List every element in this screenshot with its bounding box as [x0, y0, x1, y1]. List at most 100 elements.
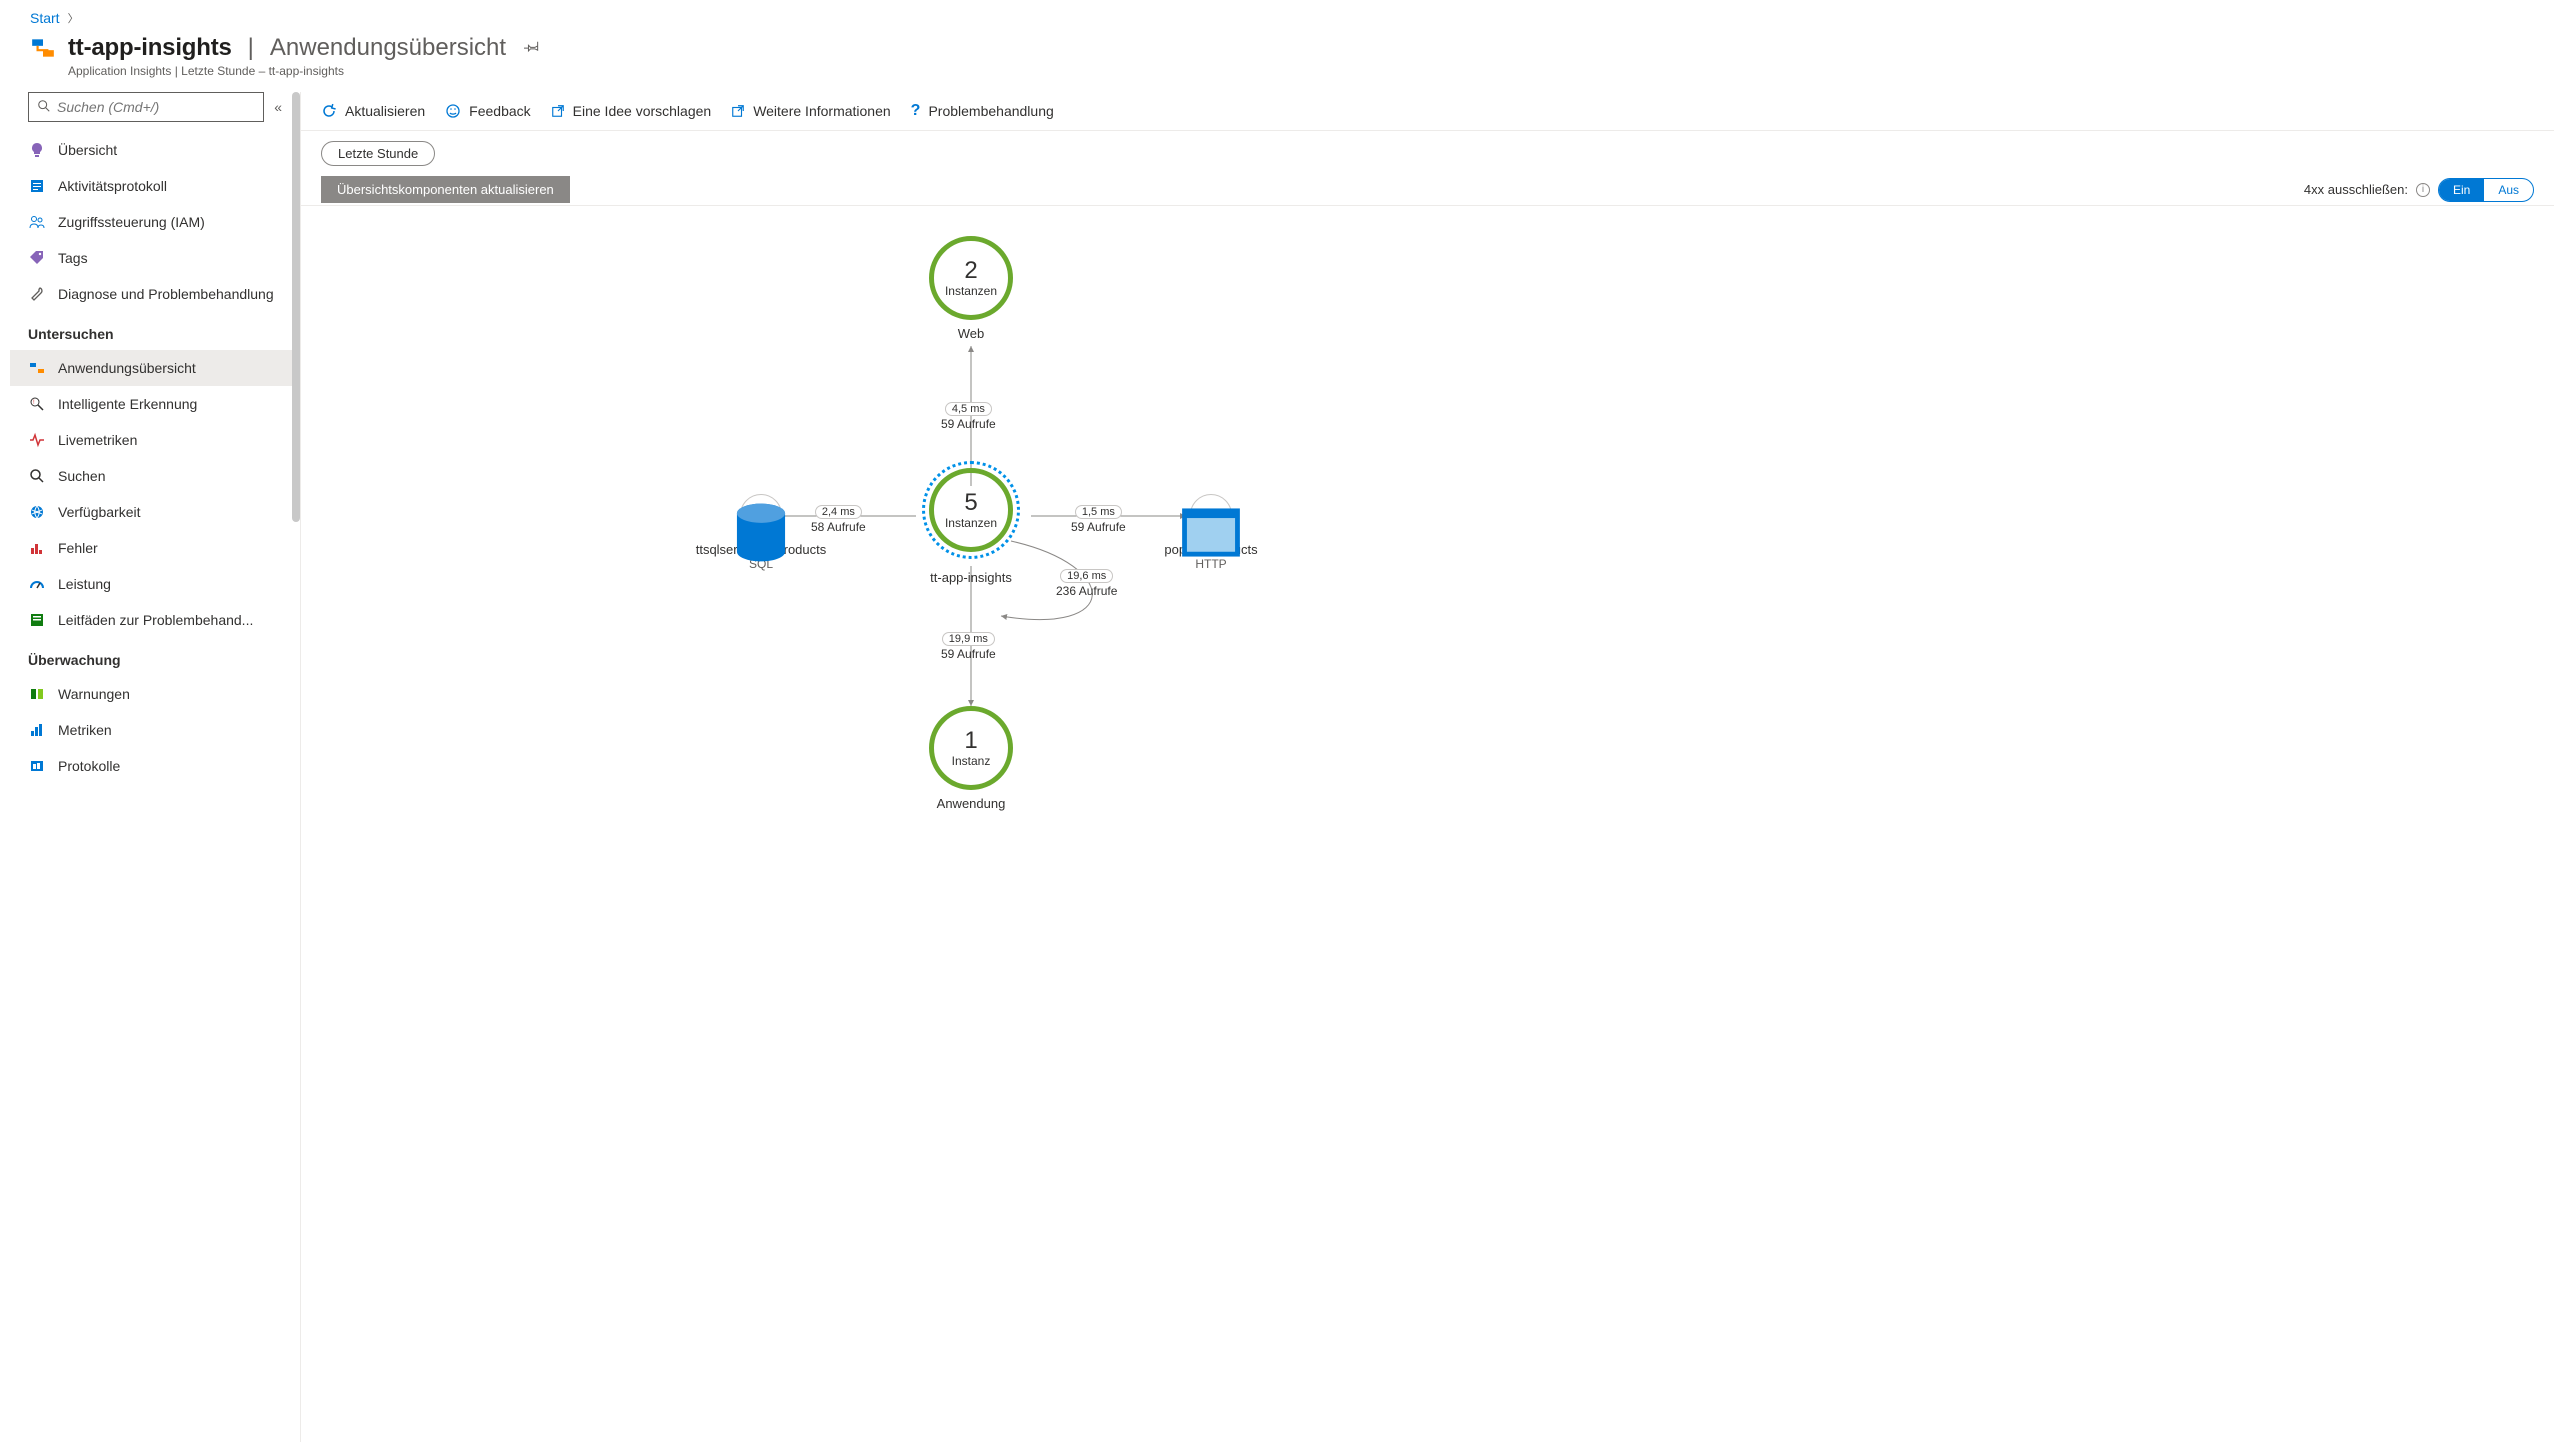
pin-icon[interactable] [524, 38, 540, 59]
sidebar-item-smartdetect[interactable]: ! Intelligente Erkennung [10, 386, 300, 422]
filter-bar: Letzte Stunde [301, 131, 2554, 174]
gauge-icon [28, 575, 46, 593]
suggest-button[interactable]: Eine Idee vorschlagen [551, 103, 712, 119]
sidebar-item-label: Intelligente Erkennung [58, 396, 197, 412]
edge-label-web: 4,5 ms 59 Aufrufe [941, 401, 996, 431]
smile-icon [445, 103, 461, 119]
help-icon: ? [911, 102, 921, 120]
sidebar-item-metrics[interactable]: Metriken [10, 712, 300, 748]
appmap-icon [28, 359, 46, 377]
node-web[interactable]: 2 Instanzen Web [929, 236, 1013, 341]
sidebar-item-label: Verfügbarkeit [58, 504, 141, 520]
toolbar: Aktualisieren Feedback Eine Idee vorschl… [301, 92, 2554, 131]
people-icon [28, 213, 46, 231]
sidebar-item-label: Suchen [58, 468, 105, 484]
sidebar-item-label: Anwendungsübersicht [58, 360, 196, 376]
sidebar-item-label: Protokolle [58, 758, 120, 774]
resource-name: tt-app-insights [68, 34, 232, 62]
feedback-button[interactable]: Feedback [445, 103, 530, 119]
moreinfo-button[interactable]: Weitere Informationen [731, 103, 890, 119]
external-link-icon [731, 104, 745, 118]
application-map-canvas[interactable]: 2 Instanzen Web 5 Instanzen tt-app-insig… [301, 206, 2554, 1442]
toggle-off[interactable]: Aus [2484, 179, 2533, 201]
sidebar-item-logs[interactable]: Protokolle [10, 748, 300, 784]
collapse-sidebar-icon[interactable]: « [274, 99, 282, 115]
sidebar-item-label: Zugriffssteuerung (IAM) [58, 214, 205, 230]
sidebar-item-activitylog[interactable]: Aktivitätsprotokoll [10, 168, 300, 204]
sidebar: « Übersicht Aktivitätsprotokoll Zugriffs… [0, 92, 300, 1442]
sidebar-item-label: Livemetriken [58, 432, 137, 448]
wrench-icon [28, 285, 46, 303]
sidebar-item-label: Leitfäden zur Problembehand... [58, 612, 253, 628]
appinsights-icon [30, 35, 56, 61]
http-icon [1190, 494, 1232, 536]
node-app[interactable]: 1 Instanz Anwendung [929, 706, 1013, 811]
edge-label-sql: 2,4 ms 58 Aufrufe [811, 504, 866, 534]
lightbulb-icon [28, 141, 46, 159]
page-subtitle: Application Insights | Letzte Stunde – t… [0, 62, 2554, 92]
sidebar-scrollbar[interactable] [292, 92, 300, 522]
svg-text:!: ! [33, 400, 35, 406]
search-icon [28, 467, 46, 485]
sidebar-item-overview[interactable]: Übersicht [10, 132, 300, 168]
sidebar-item-alerts[interactable]: Warnungen [10, 676, 300, 712]
chevron-right-icon: 〉 [68, 10, 79, 26]
edge-label-self: 19,6 ms 236 Aufrufe [1056, 568, 1117, 598]
sidebar-item-tags[interactable]: Tags [10, 240, 300, 276]
sidebar-search-input[interactable] [57, 99, 255, 115]
metrics-icon [28, 721, 46, 739]
update-components-button[interactable]: Übersichtskomponenten aktualisieren [321, 176, 570, 203]
sidebar-item-diagnose[interactable]: Diagnose und Problembehandlung [10, 276, 300, 312]
sidebar-group-investigate: Untersuchen [10, 312, 300, 350]
sidebar-item-label: Übersicht [58, 142, 117, 158]
edge-label-http: 1,5 ms 59 Aufrufe [1071, 504, 1126, 534]
info-icon[interactable]: i [2416, 183, 2430, 197]
sidebar-item-availability[interactable]: Verfügbarkeit [10, 494, 300, 530]
failures-icon [28, 539, 46, 557]
sidebar-search[interactable] [28, 92, 264, 122]
external-link-icon [551, 104, 565, 118]
page-name: Anwendungsübersicht [270, 34, 506, 62]
sidebar-item-livemetrics[interactable]: Livemetriken [10, 422, 300, 458]
sidebar-item-troubleshoot-guides[interactable]: Leitfäden zur Problembehand... [10, 602, 300, 638]
sidebar-item-appmap[interactable]: Anwendungsübersicht [10, 350, 300, 386]
tag-icon [28, 249, 46, 267]
breadcrumb: Start 〉 [0, 0, 2554, 30]
sidebar-item-label: Warnungen [58, 686, 130, 702]
sidebar-item-label: Aktivitätsprotokoll [58, 178, 167, 194]
breadcrumb-start[interactable]: Start [30, 10, 60, 26]
sidebar-item-label: Metriken [58, 722, 112, 738]
toggle-on[interactable]: Ein [2439, 179, 2484, 201]
refresh-button[interactable]: Aktualisieren [321, 103, 425, 119]
sidebar-item-failures[interactable]: Fehler [10, 530, 300, 566]
sidebar-item-label: Leistung [58, 576, 111, 592]
alert-icon [28, 685, 46, 703]
magnify-icon: ! [28, 395, 46, 413]
main-content: Aktualisieren Feedback Eine Idee vorschl… [300, 92, 2554, 1442]
log-icon [28, 177, 46, 195]
troubleshoot-button[interactable]: ? Problembehandlung [911, 102, 1054, 120]
refresh-icon [321, 103, 337, 119]
sidebar-item-label: Tags [58, 250, 88, 266]
sql-icon [740, 494, 782, 536]
globe-icon [28, 503, 46, 521]
timerange-button[interactable]: Letzte Stunde [321, 141, 435, 166]
book-icon [28, 611, 46, 629]
edge-label-app: 19,9 ms 59 Aufrufe [941, 631, 996, 661]
sidebar-item-iam[interactable]: Zugriffssteuerung (IAM) [10, 204, 300, 240]
pulse-icon [28, 431, 46, 449]
node-center[interactable]: 5 Instanzen tt-app-insights [929, 468, 1013, 585]
exclude4xx-label: 4xx ausschließen: [2304, 182, 2408, 197]
page-title-row: tt-app-insights | Anwendungsübersicht [0, 30, 2554, 62]
node-http[interactable]: popularproducts HTTP [1161, 494, 1261, 571]
action-bar: Übersichtskomponenten aktualisieren 4xx … [301, 174, 2554, 206]
sidebar-item-label: Diagnose und Problembehandlung [58, 286, 274, 302]
sidebar-group-monitor: Überwachung [10, 638, 300, 676]
sidebar-item-search[interactable]: Suchen [10, 458, 300, 494]
sidebar-item-label: Fehler [58, 540, 98, 556]
map-edges [301, 206, 2554, 1442]
sidebar-item-performance[interactable]: Leistung [10, 566, 300, 602]
logs-icon [28, 757, 46, 775]
exclude4xx-toggle[interactable]: Ein Aus [2438, 178, 2534, 202]
search-icon [37, 99, 51, 116]
